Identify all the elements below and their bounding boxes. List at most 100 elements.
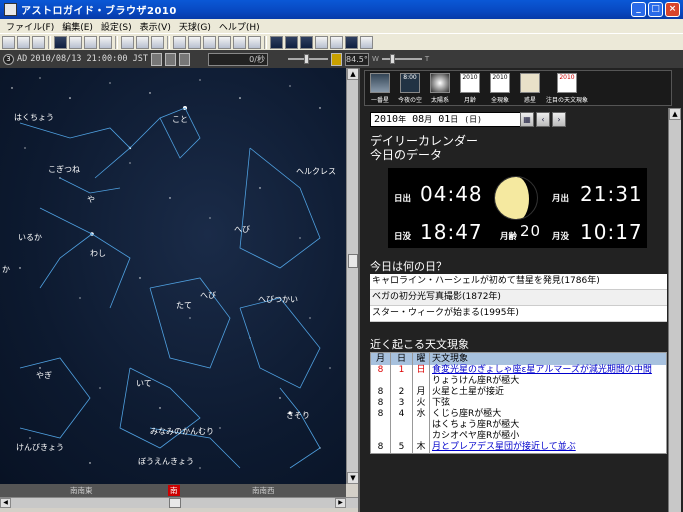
- event-m: 8: [371, 442, 391, 453]
- zoom-out-icon[interactable]: [136, 35, 149, 49]
- date-year-suffix: 年: [398, 115, 407, 124]
- sky-vertical-scrollbar[interactable]: ▲ ▼: [346, 68, 359, 484]
- planets-button[interactable]: 惑星: [515, 71, 545, 107]
- menu-sky[interactable]: 天球(G): [175, 20, 215, 33]
- grid-b-icon[interactable]: [173, 35, 186, 49]
- all-events-button[interactable]: 2010 全現象: [485, 71, 515, 107]
- fov-field[interactable]: 84.5°: [344, 52, 369, 66]
- event-d: [391, 376, 413, 387]
- time-increase-button[interactable]: [178, 52, 190, 66]
- date-day-suffix: 日: [450, 115, 459, 124]
- time-rate-field[interactable]: 0/秒: [207, 52, 268, 66]
- calendar-date-field[interactable]: 2010年 08月 01日 (日): [370, 112, 526, 127]
- menu-settings[interactable]: 設定(S): [97, 20, 136, 33]
- table-row: 8 2 月火星と土星が接近: [371, 387, 666, 398]
- print-icon[interactable]: [2, 35, 15, 49]
- era-toggle-icon[interactable]: 3: [3, 53, 14, 65]
- maximize-button[interactable]: □: [648, 2, 663, 17]
- hscroll-thumb[interactable]: [169, 498, 181, 508]
- camera-icon[interactable]: [32, 35, 45, 49]
- menu-help[interactable]: ヘルプ(H): [215, 20, 264, 33]
- label-hebi-upper: へび: [234, 225, 250, 234]
- table-row: はくちょう座Rが極大: [371, 420, 666, 431]
- table-row[interactable]: 8 1 日食変光星のぎょしゃ座ε星アルマーズが減光期間の中間: [371, 365, 666, 376]
- moonset-label: 月没: [552, 232, 570, 242]
- grid-s-icon[interactable]: [188, 35, 201, 49]
- grid-w-icon[interactable]: [203, 35, 216, 49]
- event-text[interactable]: 月とプレアデス星団が接近して並ぶ: [430, 442, 666, 453]
- label-kogitsune: こぎつね: [48, 165, 80, 174]
- label-boenkyou: ぼうえんきょう: [138, 457, 194, 466]
- globe-icon[interactable]: [69, 35, 82, 49]
- event-text: くじら座Rが極大: [432, 409, 502, 419]
- info-scrollbar[interactable]: ▲: [668, 108, 681, 512]
- events-section-title: 近く起こる天文現象: [370, 338, 469, 351]
- close-button[interactable]: ×: [665, 2, 680, 17]
- sky-view-icon[interactable]: [54, 35, 67, 49]
- atmosphere-icon[interactable]: [360, 35, 373, 49]
- grid-d-icon[interactable]: [248, 35, 261, 49]
- image-icon[interactable]: [17, 35, 30, 49]
- solar-system-button[interactable]: 太陽系: [425, 71, 455, 107]
- scroll-thumb[interactable]: [348, 254, 358, 268]
- notable-events-button[interactable]: 2010 注目の天文現象: [545, 71, 589, 107]
- next-day-icon[interactable]: ›: [552, 112, 566, 127]
- prev-day-icon[interactable]: ‹: [536, 112, 550, 127]
- info-scroll-up-icon[interactable]: ▲: [669, 108, 681, 120]
- sphere-icon[interactable]: [99, 35, 112, 49]
- grid-f-icon[interactable]: [218, 35, 231, 49]
- menu-edit[interactable]: 編集(E): [58, 20, 97, 33]
- constellation-lines-icon[interactable]: [270, 35, 283, 49]
- rate-slider[interactable]: [287, 54, 328, 64]
- label-koto: こと: [172, 115, 188, 124]
- moon-phase-icon: [494, 176, 538, 220]
- event-text[interactable]: 食変光星のぎょしゃ座ε星アルマーズが減光期間の中間: [430, 365, 666, 376]
- main-toolbar: [0, 33, 683, 50]
- label-tate: たて: [176, 301, 192, 310]
- event-d: 5: [391, 442, 413, 453]
- event-d: 3: [391, 398, 413, 409]
- grid-c-icon[interactable]: [233, 35, 246, 49]
- event-text: はくちょう座Rが極大: [432, 420, 520, 430]
- label-yagi: やぎ: [36, 371, 52, 380]
- time-decrease-button[interactable]: [150, 52, 162, 66]
- moonrise-time: 21:31: [580, 182, 643, 206]
- title-bar: アストロガイド・ブラウザ2010 _ □ ×: [0, 0, 683, 19]
- constellation-bounds-icon[interactable]: [285, 35, 298, 49]
- table-row: りょうけん座Rが極大: [371, 376, 666, 387]
- calendar-picker-icon[interactable]: ▦: [520, 112, 534, 127]
- event-text: 下弦: [432, 398, 451, 408]
- menu-bar: ファイル(F) 編集(E) 設定(S) 表示(V) 天球(G) ヘルプ(H): [0, 19, 683, 33]
- time-stop-button[interactable]: [164, 52, 176, 66]
- stop-icon[interactable]: [151, 35, 164, 49]
- scroll-right-arrow-icon[interactable]: ▶: [335, 498, 346, 508]
- minimize-button[interactable]: _: [631, 2, 646, 17]
- moon-age-icon: 2010: [460, 73, 480, 93]
- scroll-left-arrow-icon[interactable]: ◀: [0, 498, 11, 508]
- zoom-in-icon[interactable]: [121, 35, 134, 49]
- tonight-time: 8:00: [403, 74, 417, 81]
- datetime-display[interactable]: 2010/08/13 21:00:00 JST: [30, 54, 148, 64]
- zoom-tool-icon[interactable]: [330, 52, 342, 66]
- sky-horizontal-scrollbar[interactable]: ◀ ▶: [0, 497, 358, 508]
- event-m: [371, 420, 391, 431]
- planet-icon[interactable]: [84, 35, 97, 49]
- menu-file[interactable]: ファイル(F): [2, 20, 58, 33]
- sky-map[interactable]: はくちょう こと こぎつね や ヘルクレス いるか わし へび へび たて へび…: [0, 68, 346, 484]
- tonight-sky-button[interactable]: 8:00 今夜の空: [395, 71, 425, 107]
- event-m: 8: [371, 409, 391, 420]
- moon-age-value: 20: [520, 222, 542, 240]
- direction-bar: 南南東 南 南南西: [0, 484, 346, 497]
- menu-view[interactable]: 表示(V): [136, 20, 175, 33]
- deepsky-icon[interactable]: [315, 35, 328, 49]
- event-w: 水: [413, 409, 430, 420]
- constellation-art-icon[interactable]: [300, 35, 313, 49]
- first-star-button[interactable]: 一番星: [365, 71, 395, 107]
- event-m: [371, 431, 391, 442]
- table-row: 8 4 水くじら座Rが極大: [371, 409, 666, 420]
- milkyway-icon[interactable]: [330, 35, 343, 49]
- landscape-icon[interactable]: [345, 35, 358, 49]
- moon-age-button[interactable]: 2010 月齢: [455, 71, 485, 107]
- table-row[interactable]: 8 5 木月とプレアデス星団が接近して並ぶ: [371, 442, 666, 453]
- zoom-slider[interactable]: [381, 54, 422, 64]
